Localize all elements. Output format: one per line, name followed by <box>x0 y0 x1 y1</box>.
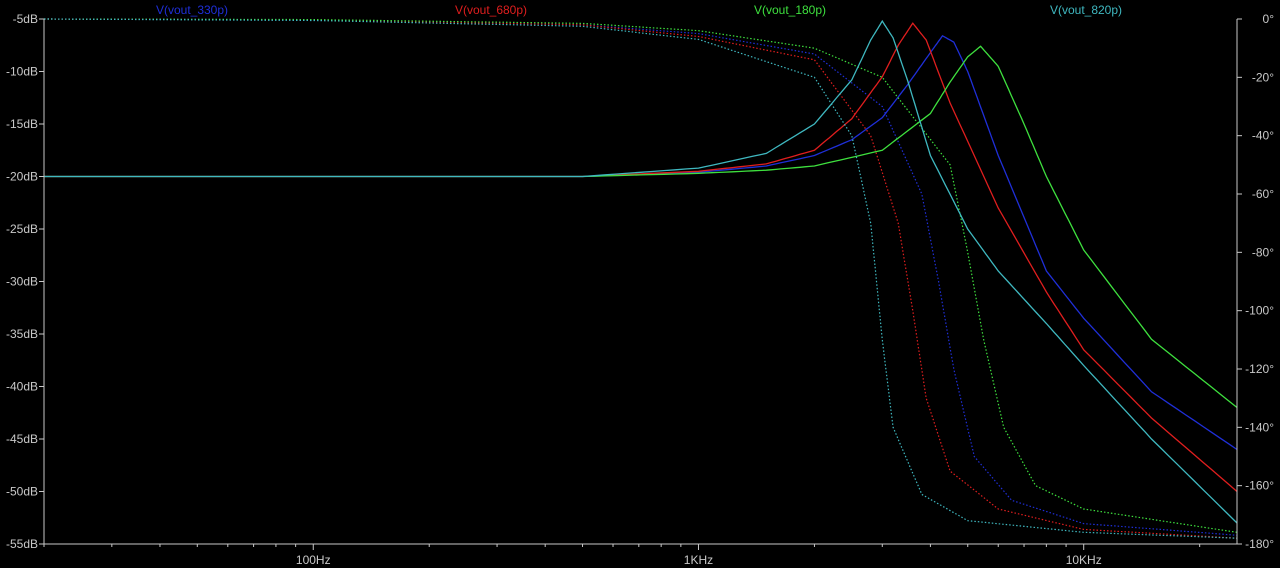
y2-tick-label: -80° <box>1252 245 1274 259</box>
y-tick-label: -15dB <box>6 117 38 131</box>
x-tick-label: 100Hz <box>296 553 331 567</box>
legend-item-2: V(vout_180p) <box>754 3 826 17</box>
y-tick-label: -50dB <box>6 485 38 499</box>
y-tick-label: -5dB <box>13 12 38 26</box>
y-tick-label: -20dB <box>6 170 38 184</box>
y2-tick-label: -160° <box>1245 479 1274 493</box>
y2-tick-label: -20° <box>1252 70 1274 84</box>
plot-background <box>0 0 1280 568</box>
y2-tick-label: -40° <box>1252 129 1274 143</box>
legend-item-3: V(vout_820p) <box>1050 3 1122 17</box>
y2-tick-label: -100° <box>1245 304 1274 318</box>
y2-tick-label: -140° <box>1245 420 1274 434</box>
y2-tick-label: -120° <box>1245 362 1274 376</box>
y-tick-label: -40dB <box>6 380 38 394</box>
y-tick-label: -30dB <box>6 275 38 289</box>
y-tick-label: -25dB <box>6 222 38 236</box>
bode-plot: -5dB -10dB -15dB -20dB -25dB -30dB -35dB -40dB -… <box>0 0 1280 568</box>
y2-tick-label: 0° <box>1263 12 1275 26</box>
y-tick-label: -35dB <box>6 327 38 341</box>
legend-item-0: V(vout_330p) <box>156 3 228 17</box>
y-tick-label: -55dB <box>6 537 38 551</box>
legend-item-1: V(vout_680p) <box>455 3 527 17</box>
y2-tick-label: -180° <box>1245 537 1274 551</box>
y2-tick-label: -60° <box>1252 187 1274 201</box>
x-tick-label: 1KHz <box>684 553 713 567</box>
y-tick-label: -45dB <box>6 432 38 446</box>
y-tick-label: -10dB <box>6 65 38 79</box>
x-tick-label: 10KHz <box>1066 553 1102 567</box>
